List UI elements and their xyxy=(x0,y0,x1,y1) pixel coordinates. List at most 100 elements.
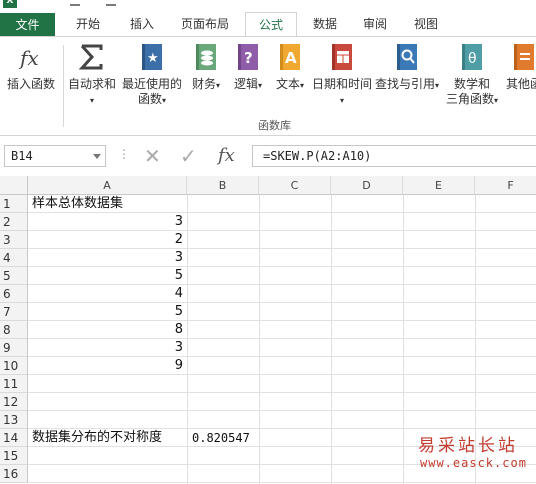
formula-input[interactable]: =SKEW.P(A2:A10) xyxy=(252,145,536,167)
row-header-9[interactable]: 9 xyxy=(0,339,28,357)
ribbon-tabs: 文件 开始 插入 页面布局 公式 数据 审阅 视图 xyxy=(0,10,536,38)
cancel-icon[interactable]: ✕ xyxy=(144,145,161,167)
math-label-2: 三角函数▾ xyxy=(445,92,499,106)
lookup-button[interactable]: 查找与引用▾ xyxy=(374,43,440,93)
redo-icon[interactable] xyxy=(106,0,116,6)
column-header-e[interactable]: E xyxy=(403,176,475,195)
row-header-5[interactable]: 5 xyxy=(0,267,28,285)
cell-a7[interactable]: 5 xyxy=(29,303,187,321)
row-header-3[interactable]: 3 xyxy=(0,231,28,249)
text-button[interactable]: A 文本▾ xyxy=(272,43,308,93)
row-header-11[interactable]: 11 xyxy=(0,375,28,393)
tab-insert[interactable]: 插入 xyxy=(117,12,167,37)
watermark-title: 易采站长站 xyxy=(418,436,518,456)
calendar-book-icon xyxy=(329,43,355,71)
cell-a8[interactable]: 8 xyxy=(29,321,187,339)
svg-text:θ: θ xyxy=(468,51,477,67)
formula-bar: B14 ⋮ ✕ ✓ fx =SKEW.P(A2:A10) xyxy=(0,137,536,175)
tab-page-layout[interactable]: 页面布局 xyxy=(172,12,238,37)
row-header-10[interactable]: 10 xyxy=(0,357,28,375)
row-header-13[interactable]: 13 xyxy=(0,411,28,429)
recent-label-2: 函数▾ xyxy=(137,92,167,106)
datetime-label: 日期和时间▾ xyxy=(311,77,372,105)
row-header-4[interactable]: 4 xyxy=(0,249,28,267)
resize-handle-icon[interactable]: ⋮ xyxy=(118,147,130,161)
datetime-button[interactable]: 日期和时间▾ xyxy=(310,43,374,108)
tab-review[interactable]: 审阅 xyxy=(352,12,398,37)
gridline xyxy=(259,195,260,484)
theta-book-icon: θ xyxy=(459,43,485,71)
recent-functions-button[interactable]: ★ 最近使用的 函数▾ xyxy=(120,43,184,108)
name-box-value: B14 xyxy=(11,149,33,163)
undo-icon[interactable] xyxy=(70,0,80,6)
cell-a1[interactable]: 样本总体数据集 xyxy=(29,195,187,213)
svg-text:?: ? xyxy=(244,49,253,67)
tab-file[interactable]: 文件 xyxy=(0,13,55,37)
tab-data[interactable]: 数据 xyxy=(302,12,348,37)
more-book-icon xyxy=(511,43,536,71)
autosum-button[interactable]: 自动求和▾ xyxy=(66,43,118,108)
gridline xyxy=(28,482,536,483)
watermark-url: www.easck.com xyxy=(420,456,527,470)
financial-button[interactable]: 财务▾ xyxy=(188,43,224,93)
text-label: 文本▾ xyxy=(275,77,305,91)
cell-a5[interactable]: 5 xyxy=(29,267,187,285)
cell-a6[interactable]: 4 xyxy=(29,285,187,303)
group-label-function-library: 函数库 xyxy=(258,119,291,132)
cell-a9[interactable]: 3 xyxy=(29,339,187,357)
cell-b14[interactable]: 0.820547 xyxy=(188,429,259,447)
column-header-f[interactable]: F xyxy=(475,176,536,195)
row-header-14[interactable]: 14 xyxy=(0,429,28,447)
cell-a10[interactable]: 9 xyxy=(29,357,187,375)
star-book-icon: ★ xyxy=(139,43,165,71)
cell-a14[interactable]: 数据集分布的不对称度 xyxy=(29,429,187,447)
column-header-a[interactable]: A xyxy=(28,176,187,195)
column-header-b[interactable]: B xyxy=(187,176,259,195)
logical-button[interactable]: ? 逻辑▾ xyxy=(230,43,266,93)
formula-buttons: ✕ ✓ fx xyxy=(136,145,248,167)
column-header-c[interactable]: C xyxy=(259,176,331,195)
row-header-2[interactable]: 2 xyxy=(0,213,28,231)
coins-book-icon xyxy=(193,43,219,71)
row-header-7[interactable]: 7 xyxy=(0,303,28,321)
column-header-d[interactable]: D xyxy=(331,176,403,195)
row-header-8[interactable]: 8 xyxy=(0,321,28,339)
other-functions-button[interactable]: 其他函 xyxy=(502,43,536,92)
name-box[interactable]: B14 xyxy=(4,145,106,167)
lookup-label: 查找与引用▾ xyxy=(374,77,440,91)
svg-text:★: ★ xyxy=(147,51,159,66)
select-all-corner[interactable] xyxy=(0,176,28,195)
gridline xyxy=(28,392,536,393)
sigma-icon xyxy=(78,43,105,71)
row-header-6[interactable]: 6 xyxy=(0,285,28,303)
row-header-15[interactable]: 15 xyxy=(0,447,28,465)
insert-function-label: 插入函数 xyxy=(6,77,55,91)
row-header-16[interactable]: 16 xyxy=(0,465,28,483)
math-trig-button[interactable]: θ 数学和 三角函数▾ xyxy=(442,43,502,108)
fx-icon[interactable]: fx xyxy=(218,145,235,167)
tab-view[interactable]: 视图 xyxy=(403,12,449,37)
recent-label-1: 最近使用的 xyxy=(121,77,182,91)
row-header-12[interactable]: 12 xyxy=(0,393,28,411)
other-label: 其他函 xyxy=(505,77,536,91)
row-header-1[interactable]: 1 xyxy=(0,195,28,213)
question-book-icon: ? xyxy=(235,43,261,71)
enter-icon[interactable]: ✓ xyxy=(180,145,197,167)
financial-label: 财务▾ xyxy=(191,77,221,91)
math-label-1: 数学和 xyxy=(453,77,490,91)
svg-text:A: A xyxy=(285,49,297,67)
text-book-icon: A xyxy=(277,43,303,71)
chevron-down-icon[interactable] xyxy=(93,154,101,159)
insert-function-button[interactable]: fx 插入函数 xyxy=(4,43,58,92)
tab-formulas[interactable]: 公式 xyxy=(245,12,297,38)
cell-a2[interactable]: 3 xyxy=(29,213,187,231)
ribbon-separator xyxy=(63,45,64,127)
gridline xyxy=(331,195,332,484)
tab-home[interactable]: 开始 xyxy=(63,12,113,37)
cell-a4[interactable]: 3 xyxy=(29,249,187,267)
title-bar: X xyxy=(0,0,536,10)
gridline xyxy=(403,195,404,484)
logical-label: 逻辑▾ xyxy=(233,77,263,91)
autosum-label: 自动求和▾ xyxy=(67,77,116,105)
cell-a3[interactable]: 2 xyxy=(29,231,187,249)
